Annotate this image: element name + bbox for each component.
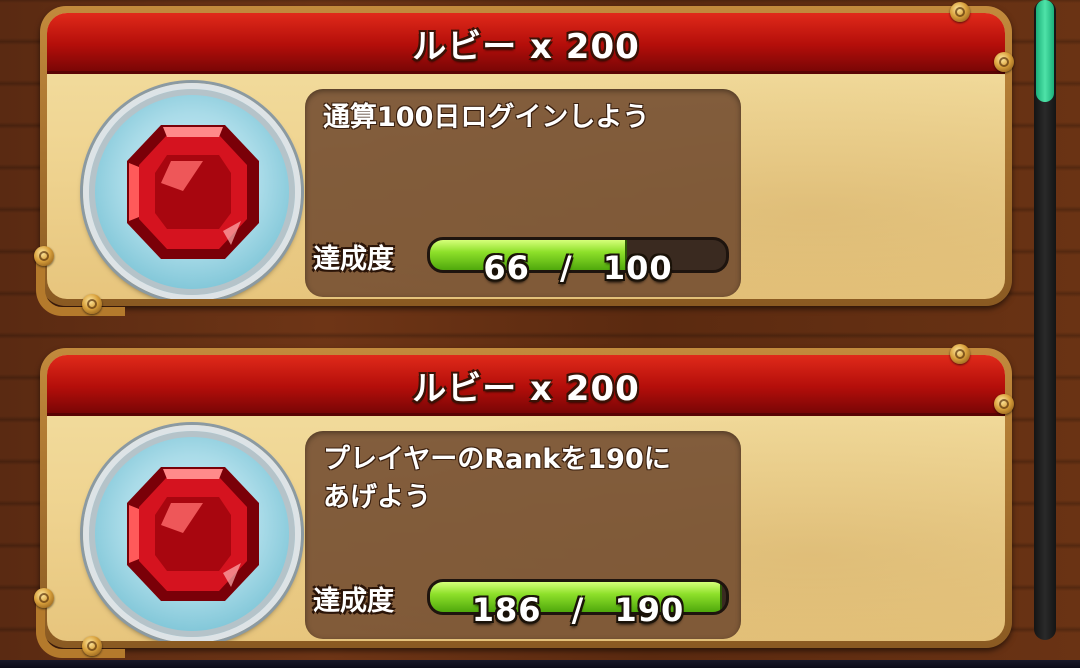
mission-card-body: ルビー x 200 プレイヤーのRankを190に あげよう 達成度 186 / [47,355,1005,641]
progress-separator: / [560,249,573,287]
brass-bolt-icon [34,246,54,266]
bottom-edge [0,660,1080,668]
reward-banner: ルビー x 200 [47,13,1005,74]
mission-card-body: ルビー x 200 通算100日ログインしよう 達成度 66 / 100 [47,13,1005,299]
progress-count: 66 / 100 [427,249,729,287]
scrollbar-thumb[interactable] [1036,0,1054,102]
mission-list-scrollbar[interactable] [1034,0,1056,640]
brass-bolt-icon [82,294,102,314]
mission-description: 通算100日ログインしよう [323,102,650,133]
progress-label: 達成度 [313,586,394,617]
progress-separator: / [571,591,585,629]
brass-bolt-icon [34,588,54,608]
reward-title: ルビー x 200 [412,27,640,67]
mission-info-panel: プレイヤーのRankを190に あげよう 達成度 186 / 190 [305,431,741,639]
mission-description: プレイヤーのRankを190に あげよう [323,444,671,513]
reward-title: ルビー x 200 [412,369,640,409]
brass-bolt-icon [994,52,1014,72]
brass-bolt-icon [950,344,970,364]
progress-label: 達成度 [313,244,394,275]
brass-bolt-icon [950,2,970,22]
progress-target: 190 [614,591,685,629]
progress-target: 100 [602,249,673,287]
ruby-gem-icon [127,125,259,259]
brass-bolt-icon [82,636,102,656]
brass-bolt-icon [994,394,1014,414]
ruby-gem-icon [127,467,259,601]
mission-card[interactable]: ルビー x 200 プレイヤーのRankを190に あげよう 達成度 186 / [34,344,1014,658]
mission-card[interactable]: ルビー x 200 通算100日ログインしよう 達成度 66 / 100 [34,2,1014,316]
progress-count: 186 / 190 [427,591,729,629]
reward-banner: ルビー x 200 [47,355,1005,416]
progress-current: 186 [471,591,542,629]
mission-info-panel: 通算100日ログインしよう 達成度 66 / 100 [305,89,741,297]
progress-current: 66 [483,249,530,287]
